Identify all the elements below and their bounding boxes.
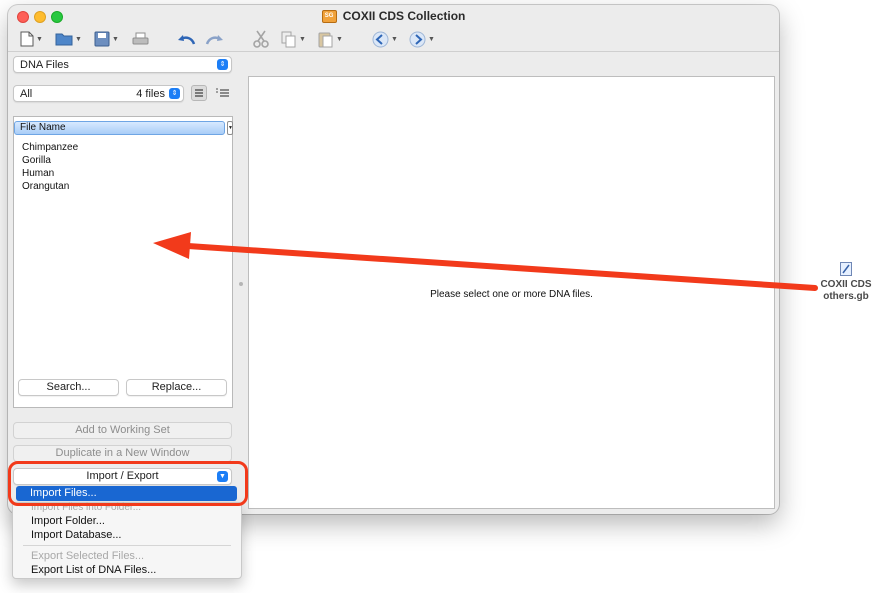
desktop-file-name-line1: COXII CDS: [820, 279, 872, 290]
empty-state-message: Please select one or more DNA files.: [430, 289, 593, 300]
file-list-item[interactable]: Gorilla: [22, 155, 51, 166]
title-bar: SG COXII CDS Collection: [8, 5, 779, 27]
chevron-down-icon: ▼: [112, 35, 119, 43]
file-type-popup[interactable]: DNA Files ⇕: [13, 56, 232, 73]
duplicate-in-new-window-button[interactable]: Duplicate in a New Window: [13, 445, 232, 462]
window-title: COXII CDS Collection: [342, 9, 466, 23]
annotation-highlight-ring: [8, 461, 248, 506]
undo-button[interactable]: [177, 29, 196, 49]
app-window: SG COXII CDS Collection ▼ ▼ ▼ ▼ ▼ ▼ ▼ DN…: [8, 5, 779, 514]
copy-icon: [281, 31, 296, 47]
chevron-down-icon: ▼: [428, 35, 435, 43]
chevron-down-icon: ▼: [336, 35, 343, 43]
sort-options-button[interactable]: [215, 86, 231, 101]
print-button[interactable]: [132, 29, 149, 49]
toolbar-divider: [8, 51, 779, 52]
window-title-group: SG COXII CDS Collection: [8, 9, 779, 23]
cut-icon: [253, 30, 269, 48]
toolbar: ▼ ▼ ▼ ▼ ▼ ▼ ▼: [8, 27, 779, 51]
filter-popup[interactable]: All 4 files ⇕: [13, 85, 184, 102]
menu-item-export-selected-files[interactable]: Export Selected Files...: [31, 550, 144, 562]
file-count-label: 4 files: [136, 88, 165, 100]
desktop-file-name-line2: others.gb: [823, 291, 869, 302]
list-view-icon: [195, 89, 203, 97]
menu-item-import-folder[interactable]: Import Folder...: [31, 515, 105, 527]
main-content-pane: Please select one or more DNA files.: [248, 76, 775, 509]
save-icon: [94, 31, 110, 47]
menu-item-import-database[interactable]: Import Database...: [31, 529, 122, 541]
column-header-label: File Name: [20, 122, 66, 133]
file-name-column-header[interactable]: File Name: [14, 121, 225, 135]
paste-icon: [318, 32, 333, 47]
save-button[interactable]: ▼: [94, 29, 119, 49]
filter-label: All: [20, 87, 33, 100]
redo-icon: [205, 34, 223, 44]
file-type-label: DNA Files: [20, 58, 69, 71]
stepper-icon: ⇕: [217, 59, 228, 70]
forward-button[interactable]: ▼: [409, 29, 435, 49]
list-view-button[interactable]: [191, 85, 207, 101]
file-list-item[interactable]: Orangutan: [22, 181, 69, 192]
search-button[interactable]: Search...: [18, 379, 119, 396]
file-list-item[interactable]: Human: [22, 168, 54, 179]
new-document-button[interactable]: ▼: [20, 29, 43, 49]
import-export-menu: Import Files into Folder... Import Folde…: [12, 502, 242, 579]
file-list[interactable]: File Name ▼ Chimpanzee Gorilla Human Ora…: [13, 116, 233, 408]
forward-icon: [409, 31, 426, 47]
chevron-down-icon: ▼: [299, 35, 306, 43]
column-menu-button[interactable]: ▼: [227, 121, 233, 135]
add-to-working-set-button[interactable]: Add to Working Set: [13, 422, 232, 439]
cut-button[interactable]: [253, 29, 269, 49]
replace-button[interactable]: Replace...: [126, 379, 227, 396]
back-icon: [372, 31, 389, 47]
stepper-icon: ⇕: [169, 88, 180, 99]
genbank-file-icon: [840, 262, 852, 276]
paste-button[interactable]: ▼: [318, 29, 343, 49]
menu-divider: [23, 545, 231, 546]
chevron-down-icon: ▼: [391, 35, 398, 43]
menu-item-export-list-of-dna-files[interactable]: Export List of DNA Files...: [31, 564, 156, 576]
copy-button[interactable]: ▼: [281, 29, 306, 49]
open-folder-icon: [55, 33, 73, 46]
new-document-icon: [20, 31, 34, 47]
redo-button[interactable]: [205, 29, 224, 49]
chevron-down-icon: ▼: [36, 35, 43, 43]
file-list-item[interactable]: Chimpanzee: [22, 142, 78, 153]
split-view-handle[interactable]: [239, 282, 243, 286]
sort-list-icon: [216, 88, 229, 97]
chevron-down-icon: ▼: [75, 35, 82, 43]
undo-icon: [178, 34, 196, 44]
back-button[interactable]: ▼: [372, 29, 398, 49]
print-icon: [132, 32, 149, 44]
desktop-file-icon[interactable]: COXII CDS others.gb: [819, 262, 873, 303]
open-button[interactable]: ▼: [55, 29, 82, 49]
document-badge-icon: SG: [321, 9, 337, 23]
